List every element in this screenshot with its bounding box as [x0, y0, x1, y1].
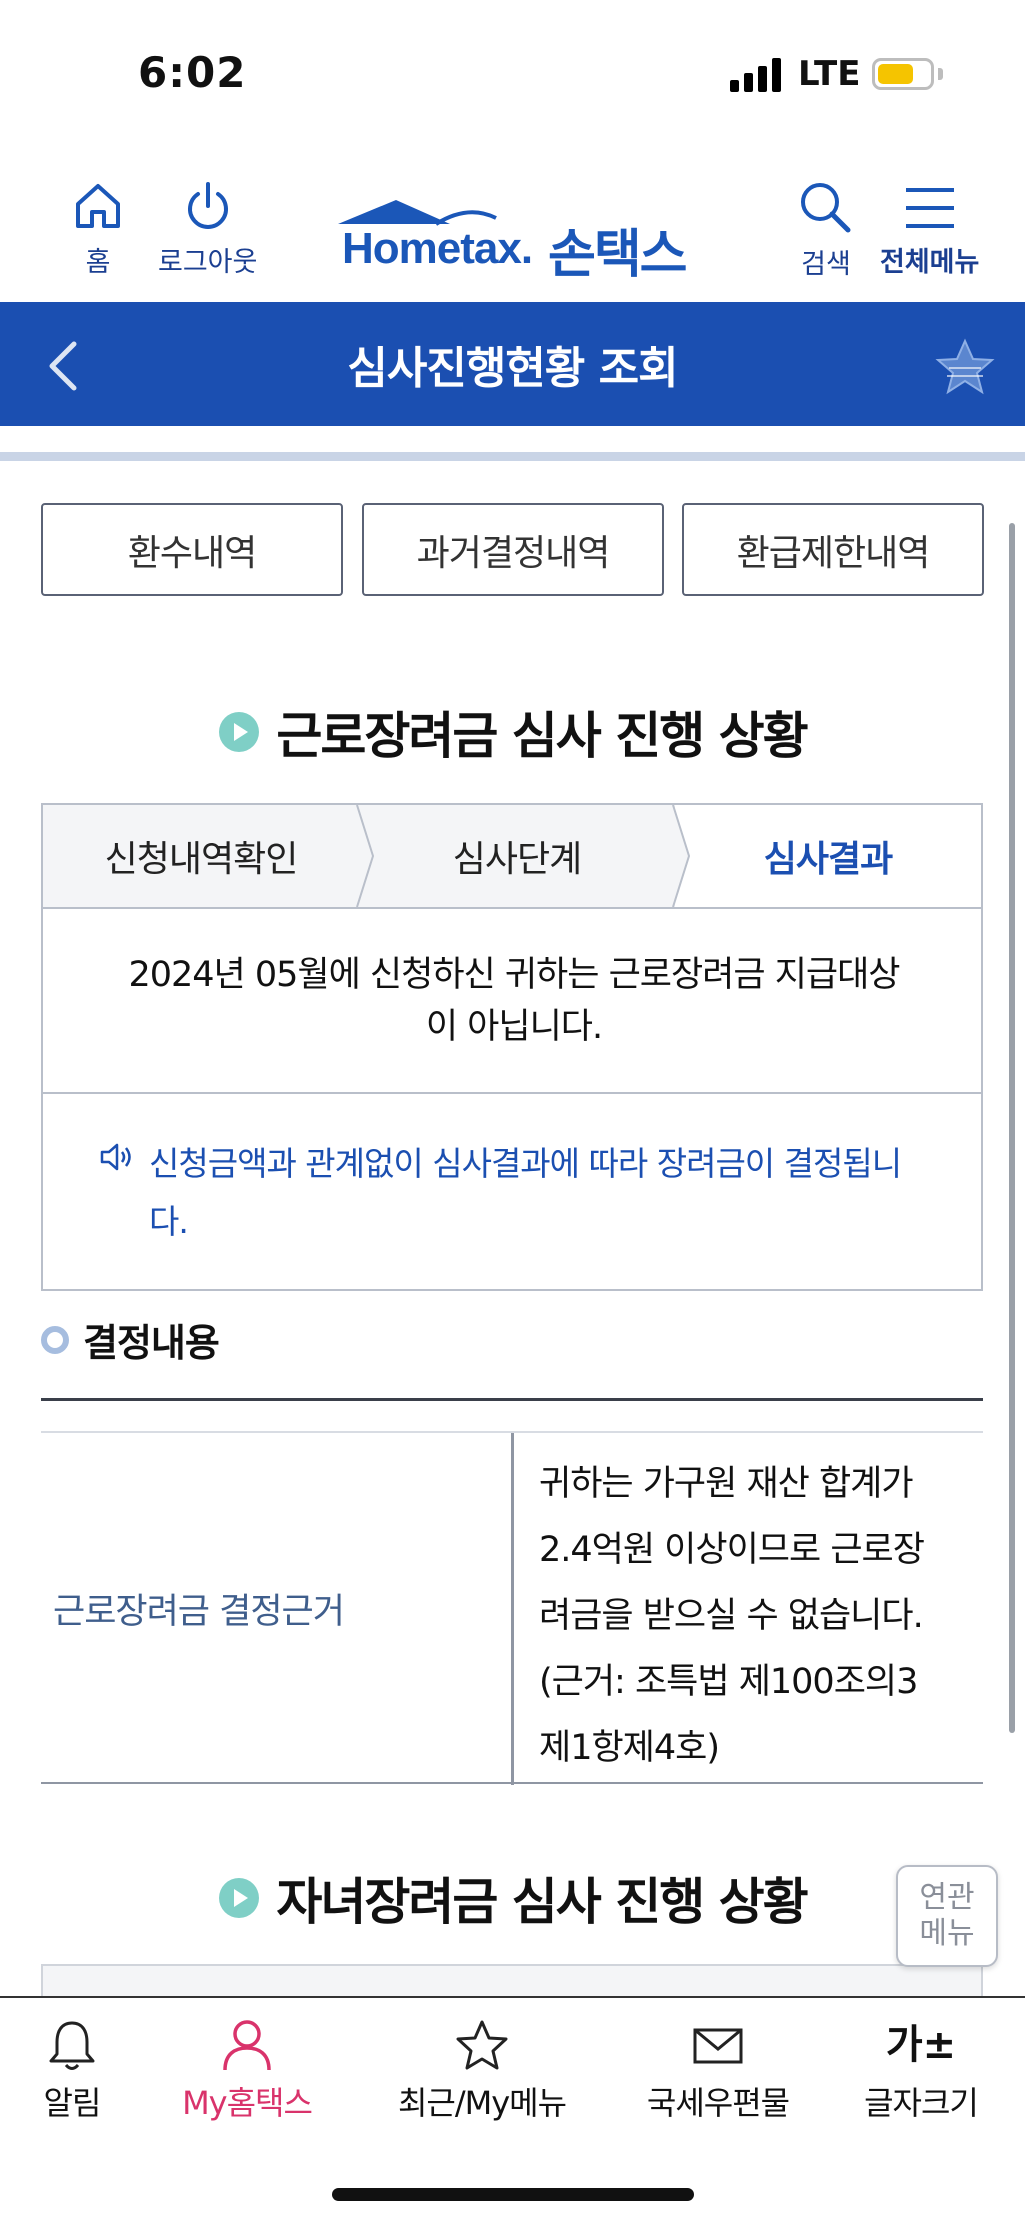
- section-title-text: 자녀장려금 심사 진행 상황: [276, 1873, 808, 1931]
- bottom-nav-recent-my-menu[interactable]: 최근/My메뉴: [388, 2018, 576, 2124]
- step-review-stage: 심사단계: [452, 839, 582, 880]
- search-button[interactable]: 검색: [796, 180, 856, 281]
- bottom-nav-label: 알림: [43, 2084, 102, 2122]
- related-menu-line-1: 연관: [919, 1880, 975, 1915]
- decision-table: 근로장려금 결정근거 귀하는 가구원 재산 합계가 2.4억원 이상이므로 근로…: [41, 1398, 983, 1785]
- earned-income-section-title: 근로장려금 심사 진행 상황: [0, 696, 1025, 768]
- logout-label: 로그아웃: [158, 247, 258, 278]
- bottom-nav-font-size[interactable]: 가± 글자크기: [856, 2018, 986, 2124]
- logo-text: Hometax.: [342, 224, 533, 273]
- related-menu-button[interactable]: 연관 메뉴: [896, 1865, 998, 1967]
- result-line-1: 2024년 05월에 신청하신 귀하는 근로장려금 지급대상: [128, 955, 900, 995]
- font-size-icon: 가±: [885, 2022, 957, 2068]
- logo-korean: 손택스: [548, 225, 688, 285]
- decision-line-3: 려금을 받으실 수 없습니다.: [539, 1596, 924, 1636]
- tab-recovery-history[interactable]: 환수내역: [41, 503, 343, 596]
- table-column-divider: [511, 1433, 514, 1785]
- result-line-2: 이 아닙니다.: [425, 1007, 603, 1047]
- ring-bullet-icon: [41, 1325, 69, 1354]
- hamburger-icon: [905, 188, 954, 228]
- play-bullet-icon: [219, 1878, 260, 1918]
- menu-label: 전체메뉴: [880, 247, 980, 278]
- decision-line-2: 2.4억원 이상이므로 근로장: [539, 1530, 925, 1570]
- network-type: LTE: [798, 54, 861, 94]
- progress-steps: 신청내역확인 심사단계 심사결과: [41, 803, 983, 909]
- home-icon: [76, 184, 120, 228]
- notice-line-2: 다.: [149, 1202, 189, 1241]
- signal-icon: [730, 58, 782, 92]
- search-icon: [801, 183, 851, 233]
- status-bar: 6:02 LTE: [0, 0, 1025, 150]
- bottom-nav-tax-mail[interactable]: 국세우편물: [636, 2018, 800, 2124]
- result-message: 2024년 05월에 신청하신 귀하는 근로장려금 지급대상 이 아닙니다.: [93, 949, 935, 1053]
- decision-heading-text: 결정내용: [83, 1321, 220, 1365]
- bottom-nav-alerts[interactable]: 알림: [28, 2018, 116, 2124]
- decision-basis-label: 근로장려금 결정근거: [53, 1592, 345, 1632]
- step-application-check: 신청내역확인: [104, 839, 299, 880]
- step-chevron-icon: [671, 805, 691, 907]
- home-label: 홈: [85, 247, 111, 278]
- step-chevron-icon: [356, 805, 375, 907]
- page-title: 심사진행현황 조회: [347, 343, 678, 394]
- bottom-nav-label: My홈택스: [182, 2084, 313, 2122]
- play-bullet-icon: [219, 712, 260, 752]
- bottom-nav-my-hometax[interactable]: My홈택스: [172, 2018, 322, 2124]
- decision-line-4: (근거: 조특법 제100조의3: [539, 1662, 918, 1702]
- section-title-text: 근로장려금 심사 진행 상황: [276, 707, 808, 765]
- battery-tip: [938, 68, 943, 80]
- person-icon: [223, 2020, 271, 2071]
- favorite-star-icon[interactable]: [935, 338, 995, 396]
- related-menu-line-2: 메뉴: [919, 1916, 975, 1951]
- full-menu-button[interactable]: 전체메뉴: [880, 184, 979, 279]
- bottom-nav-label: 글자크기: [864, 2084, 979, 2122]
- notice-text: 신청금액과 관계없이 심사결과에 따라 장려금이 결정됩니 다.: [149, 1135, 949, 1251]
- battery-icon: [872, 58, 934, 90]
- bottom-nav-label: 국세우편물: [646, 2084, 790, 2122]
- star-icon: [456, 2020, 508, 2070]
- tab-past-decisions[interactable]: 과거결정내역: [362, 503, 664, 596]
- power-icon: [187, 182, 228, 229]
- title-underline: [0, 452, 1025, 461]
- home-indicator: [332, 2188, 694, 2201]
- decision-heading: 결정내용: [41, 1312, 220, 1367]
- result-divider: [43, 1092, 981, 1094]
- mail-icon: [693, 2028, 743, 2064]
- status-time: 6:02: [138, 48, 247, 97]
- bottom-nav-label: 최근/My메뉴: [397, 2084, 567, 2122]
- tab-refund-restrictions[interactable]: 환급제한내역: [682, 503, 984, 596]
- decision-line-1: 귀하는 가구원 재산 합계가: [539, 1464, 914, 1504]
- speaker-icon: [100, 1143, 131, 1171]
- notice-line-1: 신청금액과 관계없이 심사결과에 따라 장려금이 결정됩니: [149, 1144, 902, 1183]
- page-title-bar: 심사진행현황 조회: [0, 302, 1025, 426]
- scrollbar[interactable]: [1009, 523, 1015, 1733]
- search-label: 검색: [801, 249, 851, 280]
- hometax-logo[interactable]: Hometax. 손택스: [338, 198, 698, 285]
- logout-button[interactable]: 로그아웃: [158, 180, 257, 279]
- home-button[interactable]: 홈: [72, 180, 124, 279]
- result-box: 2024년 05월에 신청하신 귀하는 근로장려금 지급대상 이 아닙니다. 신…: [41, 909, 983, 1291]
- top-nav: 홈 로그아웃 Hometax. 손택스 검색 전체메뉴: [0, 150, 1025, 302]
- child-support-section-title: 자녀장려금 심사 진행 상황: [0, 1862, 1025, 1934]
- step-review-result: 심사결과: [675, 805, 981, 907]
- bell-icon: [49, 2021, 95, 2070]
- decision-line-5: 제1항제4호): [539, 1728, 720, 1768]
- decision-basis-value: 귀하는 가구원 재산 합계가 2.4억원 이상이므로 근로장 려금을 받으실 수…: [539, 1451, 969, 1781]
